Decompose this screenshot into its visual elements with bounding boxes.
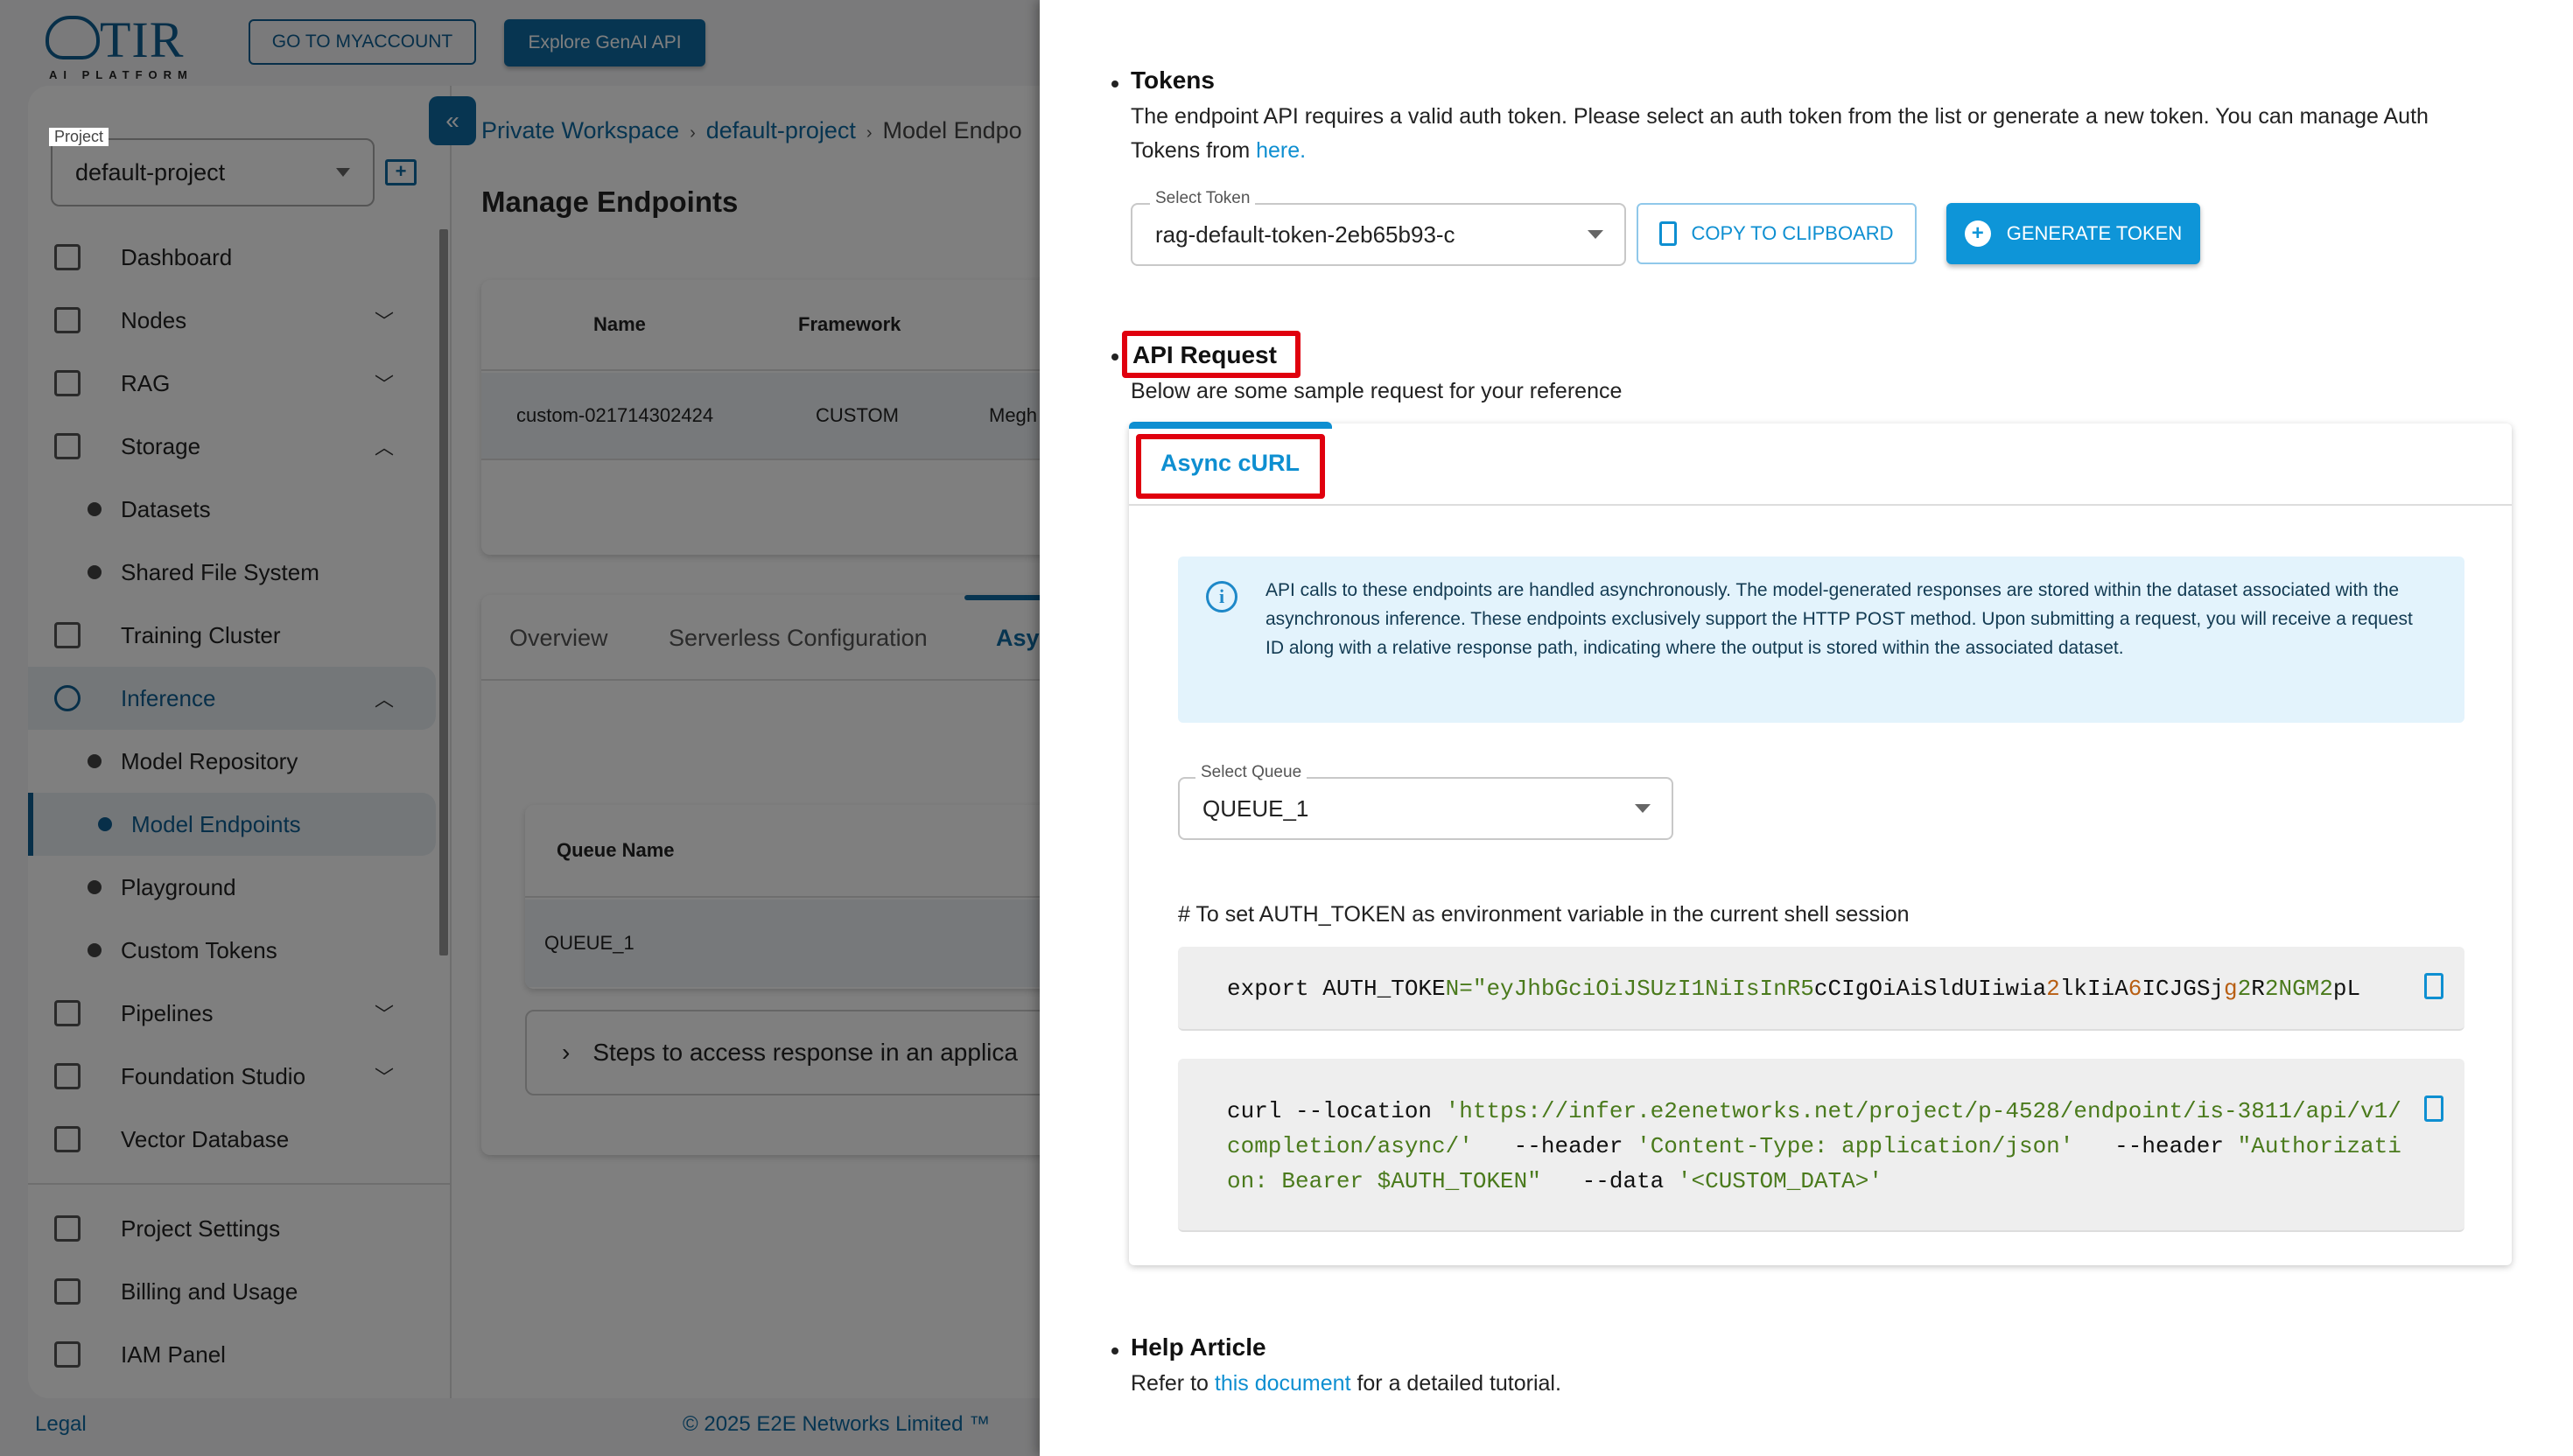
api-request-subtitle: Below are some sample request for your r… [1131, 379, 1623, 403]
help-article-heading: Help Article [1131, 1334, 1266, 1361]
export-code-block[interactable]: export AUTH_TOKEN="eyJhbGciOiJSUzI1NiIsI… [1178, 947, 2464, 1031]
select-token-label: Select Token [1150, 189, 1256, 208]
code-string: N="eyJhbGciOiJSUzI1NiIsInR5 [1445, 976, 1814, 1002]
copy-to-clipboard-label: COPY TO CLIPBOARD [1691, 222, 1894, 244]
info-alert: i API calls to these endpoints are handl… [1178, 556, 2464, 723]
help-document-link[interactable]: this document [1215, 1371, 1351, 1396]
dropdown-arrow-icon [1635, 804, 1651, 813]
code-text: --data [1540, 1168, 1678, 1194]
help-article-text: Refer to this document for a detailed tu… [1131, 1367, 1561, 1401]
code-string: 'Content-Type: application/json' [1637, 1133, 2074, 1159]
generate-token-label: GENERATE TOKEN [2006, 222, 2183, 244]
code-text: cCIgOiAiSldUIiwia [1813, 976, 2047, 1002]
info-icon: i [1206, 581, 1237, 612]
dropdown-arrow-icon [1588, 230, 1603, 239]
active-tab-indicator [1129, 422, 1332, 429]
code-text: R [2251, 976, 2265, 1002]
modal-backdrop[interactable] [0, 0, 1040, 1456]
bullet-icon [1111, 354, 1118, 360]
code-text: --header [2073, 1133, 2238, 1159]
copy-icon[interactable] [2424, 1096, 2443, 1122]
page: TIR AI PLATFORM GO TO MYACCOUNT Explore … [0, 0, 2573, 1456]
project-label: Project [49, 128, 109, 146]
code-text: --header [1472, 1133, 1637, 1159]
code-string: 2 [2237, 976, 2252, 1002]
copy-icon[interactable] [2424, 973, 2443, 999]
help-suffix: for a detailed tutorial. [1350, 1371, 1561, 1396]
tokens-text: The endpoint API requires a valid auth t… [1131, 104, 2429, 163]
plus-circle-icon: + [1964, 220, 1991, 247]
select-queue-dropdown[interactable]: QUEUE_1 [1178, 777, 1673, 840]
help-prefix: Refer to [1131, 1371, 1215, 1396]
selected-token: rag-default-token-2eb65b93-c [1155, 220, 1455, 248]
copy-icon [1659, 221, 1678, 246]
code-number: 6 [2128, 976, 2142, 1002]
tab-divider [1129, 504, 2512, 506]
bullet-icon [1111, 80, 1118, 88]
copy-to-clipboard-button[interactable]: COPY TO CLIPBOARD [1637, 203, 1917, 264]
bullet-icon [1111, 1348, 1118, 1354]
code-number: 2 [2046, 976, 2060, 1002]
api-request-heading: API Request [1132, 341, 1277, 368]
code-string: '<CUSTOM_DATA>' [1677, 1168, 1882, 1194]
code-number: g [2224, 976, 2238, 1002]
code-text: export AUTH_TOKE [1227, 976, 1446, 1002]
tokens-description: The endpoint API requires a valid auth t… [1131, 100, 2496, 168]
selected-queue: QUEUE_1 [1202, 794, 1309, 822]
tab-async-curl[interactable]: Async cURL [1160, 450, 1300, 477]
select-token-dropdown[interactable]: rag-default-token-2eb65b93-c [1131, 203, 1626, 266]
info-text: API calls to these endpoints are handled… [1265, 580, 2413, 658]
code-text: lkIiA [2059, 976, 2128, 1002]
tokens-heading: Tokens [1131, 66, 1215, 94]
manage-tokens-link[interactable]: here. [1256, 138, 1306, 163]
env-comment: # To set AUTH_TOKEN as environment varia… [1178, 902, 1910, 927]
generate-token-button[interactable]: + GENERATE TOKEN [1946, 203, 2200, 264]
code-string: 2NGM2 [2264, 976, 2333, 1002]
code-text: ICJGSj [2142, 976, 2225, 1002]
code-text: pL [2332, 976, 2361, 1002]
code-text: curl --location [1227, 1098, 1446, 1124]
select-queue-label: Select Queue [1195, 763, 1308, 782]
curl-code-block[interactable]: curl --location 'https://infer.e2enetwor… [1178, 1059, 2464, 1232]
